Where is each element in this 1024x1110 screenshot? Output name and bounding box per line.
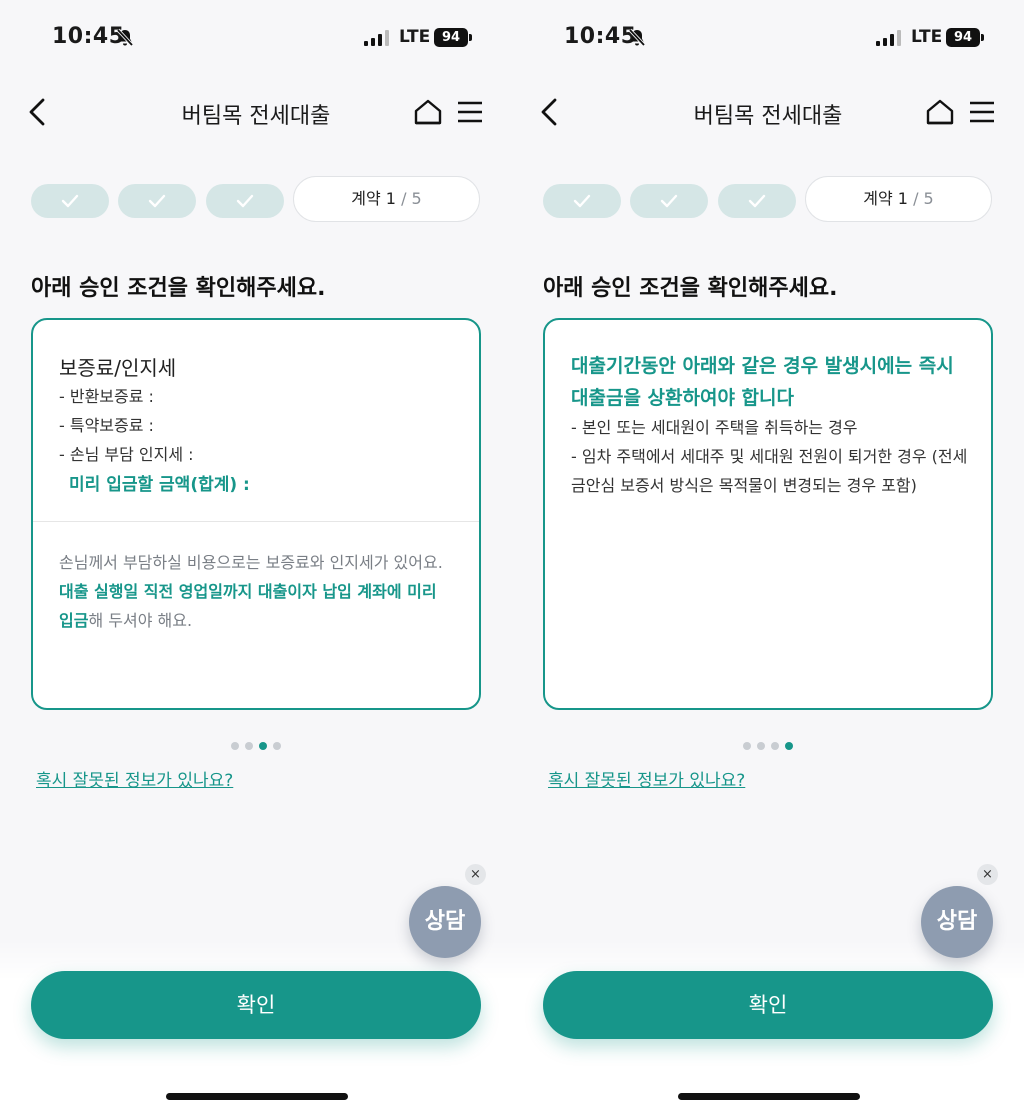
card-note: 손님께서 부담하실 비용으로는 보증료와 인지세가 있어요. 대출 실행일 직전…: [59, 548, 454, 635]
home-indicator[interactable]: [678, 1093, 860, 1100]
step-2-done: [118, 184, 196, 218]
home-icon[interactable]: [925, 98, 955, 126]
menu-icon[interactable]: [969, 100, 995, 124]
condition-card[interactable]: 대출기간동안 아래와 같은 경우 발생시에는 즉시 대출금을 상환하여야 합니다…: [543, 318, 993, 710]
confirm-button[interactable]: 확인: [31, 971, 481, 1039]
page-dot[interactable]: [245, 742, 253, 750]
check-icon: [148, 194, 166, 208]
status-time: 10:45: [564, 24, 637, 49]
bell-off-icon: [116, 28, 134, 47]
note-text-end: 해 두셔야 해요.: [88, 611, 193, 630]
status-bar: 10:45 LTE 94: [512, 22, 1024, 56]
step-current-label: 계약 1: [863, 189, 908, 208]
menu-icon[interactable]: [457, 100, 483, 124]
signal-icon: [876, 30, 901, 46]
page-dot-active[interactable]: [785, 742, 793, 750]
page-dot[interactable]: [771, 742, 779, 750]
condition-card[interactable]: 보증료/인지세 - 반환보증료 : - 특약보증료 : - 손님 부담 인지세 …: [31, 318, 481, 710]
step-2-done: [630, 184, 708, 218]
page-dot[interactable]: [231, 742, 239, 750]
step-1-done: [543, 184, 621, 218]
divider: [33, 521, 479, 522]
fee-list: - 반환보증료 : - 특약보증료 : - 손님 부담 인지세 :: [59, 382, 194, 469]
list-item: - 본인 또는 세대원이 주택을 취득하는 경우: [571, 418, 858, 437]
check-icon: [748, 194, 766, 208]
confirm-button[interactable]: 확인: [543, 971, 993, 1039]
list-item: - 반환보증료 :: [59, 387, 154, 406]
home-icon[interactable]: [413, 98, 443, 126]
phone-screen-right: 10:45 LTE 94 버팀목 전세대출 계약 1 / 5 아래 승인 조건을…: [512, 0, 1024, 1110]
home-indicator[interactable]: [166, 1093, 348, 1100]
chat-consult-button[interactable]: 상담: [409, 886, 481, 958]
signal-icon: [364, 30, 389, 46]
battery-level: 94: [946, 28, 980, 47]
page-dot-active[interactable]: [259, 742, 267, 750]
network-type: LTE: [399, 27, 431, 47]
status-time: 10:45: [52, 24, 125, 49]
prepay-total-label: 미리 입금할 금액(합계) :: [69, 475, 250, 495]
check-icon: [236, 194, 254, 208]
pagination-dots[interactable]: [512, 735, 1024, 750]
report-wrong-info-link[interactable]: 혹시 잘못된 정보가 있나요?: [36, 766, 233, 791]
list-item: - 임차 주택에서 세대주 및 세대원 전원이 퇴거한 경우 (전세금안심 보증…: [571, 447, 968, 495]
chat-close-button[interactable]: ×: [977, 864, 998, 885]
page-dot[interactable]: [273, 742, 281, 750]
check-icon: [573, 194, 591, 208]
step-total: / 5: [395, 189, 422, 208]
step-current-label: 계약 1: [351, 189, 396, 208]
step-3-done: [718, 184, 796, 218]
step-current: 계약 1 / 5: [805, 176, 992, 222]
chat-consult-button[interactable]: 상담: [921, 886, 993, 958]
check-icon: [660, 194, 678, 208]
card-title: 보증료/인지세: [59, 356, 177, 380]
battery-icon: [469, 34, 472, 41]
phone-screen-left: 10:45 LTE 94 버팀목 전세대출 계약 1 / 5 아래 승인 조건을…: [0, 0, 512, 1110]
check-icon: [61, 194, 79, 208]
battery-icon: [981, 34, 984, 41]
section-heading: 아래 승인 조건을 확인해주세요.: [543, 276, 838, 301]
step-current: 계약 1 / 5: [293, 176, 480, 222]
battery-level: 94: [434, 28, 468, 47]
repayment-condition-list: - 본인 또는 세대원이 주택을 취득하는 경우 - 임차 주택에서 세대주 및…: [571, 413, 971, 500]
note-text: 손님께서 부담하실 비용으로는 보증료와 인지세가 있어요.: [59, 553, 443, 572]
chat-close-button[interactable]: ×: [465, 864, 486, 885]
step-3-done: [206, 184, 284, 218]
network-type: LTE: [911, 27, 943, 47]
card-title: 대출기간동안 아래와 같은 경우 발생시에는 즉시 대출금을 상환하여야 합니다: [571, 355, 954, 409]
step-1-done: [31, 184, 109, 218]
list-item: - 특약보증료 :: [59, 416, 154, 435]
report-wrong-info-link[interactable]: 혹시 잘못된 정보가 있나요?: [548, 766, 745, 791]
step-total: / 5: [907, 189, 934, 208]
status-bar: 10:45 LTE 94: [0, 22, 512, 56]
pagination-dots[interactable]: [0, 735, 512, 750]
bell-off-icon: [628, 28, 646, 47]
page-dot[interactable]: [743, 742, 751, 750]
page-dot[interactable]: [757, 742, 765, 750]
section-heading: 아래 승인 조건을 확인해주세요.: [31, 276, 326, 301]
list-item: - 손님 부담 인지세 :: [59, 445, 194, 464]
